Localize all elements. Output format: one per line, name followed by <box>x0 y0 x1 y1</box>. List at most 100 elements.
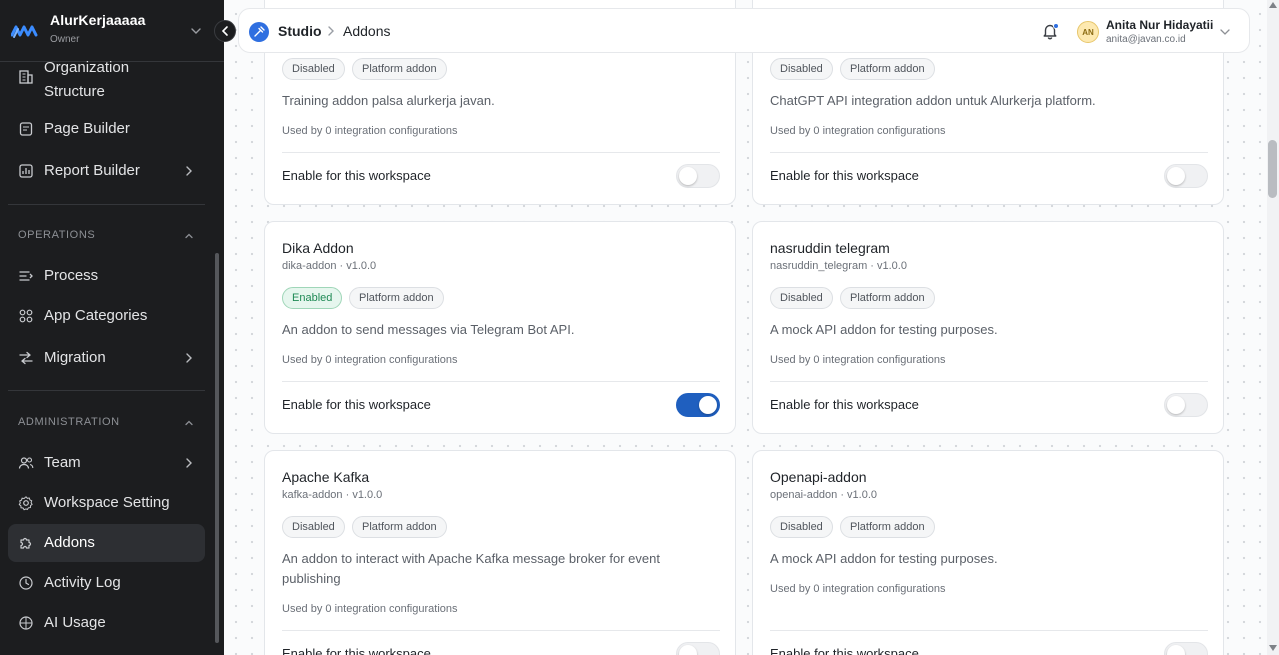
sidebar-item-workspace-setting[interactable]: Workspace Setting <box>8 484 205 522</box>
chevron-down-icon[interactable] <box>1219 26 1231 38</box>
sidebar-item-organization-structure[interactable]: Organization Structure <box>8 56 205 100</box>
enable-label: Enable for this workspace <box>770 397 919 412</box>
sidebar-item-label: Migration <box>44 349 106 366</box>
user-name[interactable]: Anita Nur Hidayatii <box>1106 18 1213 32</box>
chevron-left-icon <box>221 26 228 36</box>
sidebar-item-label: Page Builder <box>44 120 130 137</box>
addon-subtitle: nasruddin_telegram · v1.0.0 <box>770 260 907 272</box>
chevron-right-icon <box>186 166 192 176</box>
sidebar-item-app-categories[interactable]: App Categories <box>8 297 205 335</box>
chevron-up-icon[interactable] <box>184 418 194 428</box>
addon-usage: Used by 0 integration configurations <box>770 125 946 137</box>
card-divider <box>770 630 1208 631</box>
sidebar-item-label: Report Builder <box>44 162 140 179</box>
enable-label: Enable for this workspace <box>282 397 431 412</box>
report-icon <box>19 164 33 178</box>
enable-toggle[interactable] <box>676 393 720 417</box>
sidebar-item-report-builder[interactable]: Report Builder <box>8 152 205 190</box>
studio-icon <box>249 22 269 42</box>
sidebar-item-ai-usage[interactable]: AI Usage <box>8 604 205 642</box>
sidebar-item-label: Team <box>44 454 81 471</box>
alurkerja-logo-icon <box>11 25 38 38</box>
addon-usage: Used by 0 integration configurations <box>282 125 458 137</box>
page-icon <box>19 122 33 136</box>
sidebar-item-label: Process <box>44 267 99 284</box>
process-icon <box>19 271 33 281</box>
sidebar-item-page-builder[interactable]: Page Builder <box>8 110 205 148</box>
addon-title: nasruddin telegram <box>770 240 890 256</box>
addon-description: A mock API addon for testing purposes. <box>770 322 998 337</box>
addon-card: Dika Addon dika-addon · v1.0.0 Enabled P… <box>264 221 736 434</box>
sidebar-item-label: AI Usage <box>44 614 106 631</box>
sidebar-item-team[interactable]: Team <box>8 444 205 482</box>
scroll-up-arrow-icon[interactable] <box>1269 2 1277 8</box>
addon-title: Apache Kafka <box>282 469 370 485</box>
addon-card: Openapi-addon openai-addon · v1.0.0 Disa… <box>752 450 1224 655</box>
type-badge: Platform addon <box>349 287 444 309</box>
main-content: Disabled Platform addon Training addon p… <box>224 0 1267 655</box>
card-divider <box>282 381 720 382</box>
chevron-up-icon[interactable] <box>184 231 194 241</box>
sidebar-scrollbar-thumb[interactable] <box>215 253 219 643</box>
addon-subtitle: openai-addon · v1.0.0 <box>770 489 878 501</box>
enable-toggle[interactable] <box>1164 393 1208 417</box>
puzzle-icon <box>20 537 32 549</box>
activity-icon <box>19 576 33 590</box>
status-badge: Disabled <box>770 287 833 309</box>
page-scrollbar[interactable] <box>1267 0 1279 655</box>
ai-icon <box>19 616 33 630</box>
workspace-switcher[interactable]: AlurKerjaaaaa Owner <box>0 0 224 62</box>
addon-title: Dika Addon <box>282 240 354 256</box>
status-badge: Disabled <box>282 58 345 80</box>
enable-label: Enable for this workspace <box>770 168 919 183</box>
status-badge: Disabled <box>282 516 345 538</box>
addon-usage: Used by 0 integration configurations <box>282 603 458 615</box>
enable-label: Enable for this workspace <box>282 646 431 655</box>
breadcrumb-studio[interactable]: Studio <box>278 23 322 39</box>
card-divider <box>282 630 720 631</box>
sidebar-item-migration[interactable]: Migration <box>8 339 205 377</box>
type-badge: Platform addon <box>352 58 447 80</box>
status-badge: Disabled <box>770 516 833 538</box>
addon-description: ChatGPT API integration addon untuk Alur… <box>770 93 1096 108</box>
addon-card: nasruddin telegram nasruddin_telegram · … <box>752 221 1224 434</box>
addon-usage: Used by 0 integration configurations <box>770 354 946 366</box>
addon-subtitle: dika-addon · v1.0.0 <box>282 260 377 272</box>
sidebar-item-label: App Categories <box>44 307 148 324</box>
card-divider <box>282 152 720 153</box>
type-badge: Platform addon <box>840 58 935 80</box>
page-scrollbar-thumb[interactable] <box>1268 140 1277 198</box>
enable-toggle[interactable] <box>1164 164 1208 188</box>
notification-dot <box>1053 23 1059 29</box>
sidebar-divider <box>8 204 205 205</box>
enable-toggle[interactable] <box>676 642 720 655</box>
breadcrumb-addons: Addons <box>343 23 391 39</box>
chevron-right-icon <box>186 458 192 468</box>
addon-subtitle: kafka-addon · v1.0.0 <box>282 489 383 501</box>
sidebar-item-label: Addons <box>44 534 95 551</box>
grid-icon <box>19 309 33 323</box>
type-badge: Platform addon <box>840 287 935 309</box>
type-badge: Platform addon <box>352 516 447 538</box>
scroll-down-arrow-icon[interactable] <box>1269 645 1277 651</box>
enable-toggle[interactable] <box>676 164 720 188</box>
sidebar-item-label: Workspace Setting <box>44 494 170 511</box>
sidebar-item-label: Activity Log <box>44 574 121 591</box>
addon-usage: Used by 0 integration configurations <box>770 583 946 595</box>
sidebar-item-addons[interactable]: Addons <box>8 524 205 562</box>
sidebar-item-label: Organization Structure <box>44 59 130 100</box>
enable-toggle[interactable] <box>1164 642 1208 655</box>
addon-usage: Used by 0 integration configurations <box>282 354 458 366</box>
enable-label: Enable for this workspace <box>282 168 431 183</box>
status-badge: Enabled <box>282 287 343 309</box>
building-icon <box>19 70 33 84</box>
avatar[interactable]: AN <box>1077 21 1099 43</box>
collapse-sidebar-button[interactable] <box>214 20 236 42</box>
gear-icon <box>18 496 33 511</box>
sidebar-item-activity-log[interactable]: Activity Log <box>8 564 205 602</box>
sidebar-divider <box>8 390 205 391</box>
sidebar-item-process[interactable]: Process <box>8 257 205 295</box>
addon-description: An addon to send messages via Telegram B… <box>282 322 575 337</box>
addon-description: A mock API addon for testing purposes. <box>770 551 998 566</box>
status-badge: Disabled <box>770 58 833 80</box>
